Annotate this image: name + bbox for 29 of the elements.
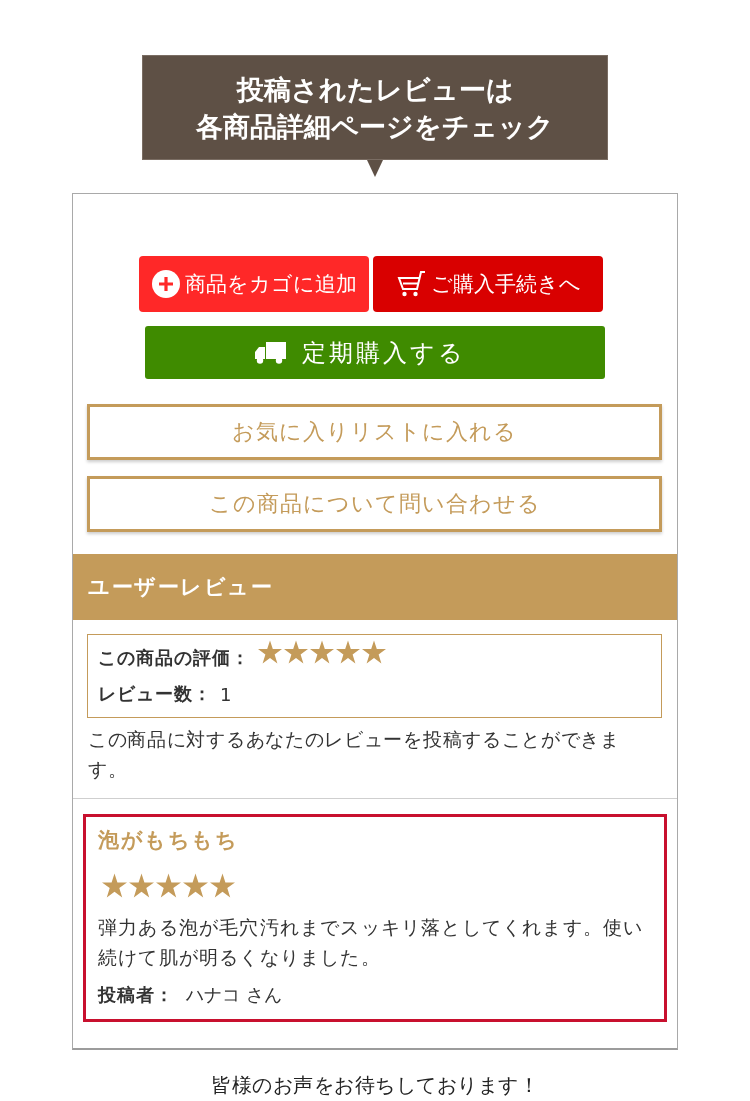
banner-title: 投稿されたレビューは 各商品詳細ページをチェック bbox=[196, 72, 554, 144]
star-icon bbox=[210, 873, 235, 898]
inquiry-button[interactable]: この商品について問い合わせる bbox=[87, 476, 662, 532]
rating-label: この商品の評価： bbox=[98, 646, 250, 670]
star-icon bbox=[362, 640, 386, 664]
subscription-button[interactable]: 定期購入する bbox=[145, 326, 605, 379]
review-count: 1 bbox=[220, 683, 232, 705]
review-text: 弾力ある泡が毛穴汚れまでスッキリ落としてくれます。使い続けて肌が明るくなりました。 bbox=[98, 915, 645, 970]
add-to-cart-button[interactable]: 商品をカゴに追加 bbox=[139, 256, 369, 312]
plus-circle-icon bbox=[151, 270, 180, 298]
star-icon bbox=[102, 873, 127, 898]
star-icon bbox=[129, 873, 154, 898]
wishlist-button[interactable]: お気に入りリストに入れる bbox=[87, 404, 662, 460]
review-title: 泡がもちもち bbox=[98, 827, 239, 853]
star-icon bbox=[156, 873, 181, 898]
star-icon bbox=[284, 640, 308, 664]
star-icon bbox=[310, 640, 334, 664]
review-count-label: レビュー数： bbox=[98, 682, 212, 706]
author-name: ハナコ さん bbox=[186, 983, 282, 1007]
cart-icon bbox=[395, 270, 426, 298]
checkout-button[interactable]: ご購入手続きへ bbox=[373, 256, 603, 312]
section-header: ユーザーレビュー bbox=[73, 554, 677, 620]
star-icon bbox=[258, 640, 282, 664]
truck-icon bbox=[254, 341, 286, 364]
footer-message: 皆様のお声をお待ちしております！ bbox=[211, 1072, 539, 1099]
star-icon bbox=[336, 640, 360, 664]
star-icon bbox=[183, 873, 208, 898]
author-label: 投稿者： bbox=[98, 983, 174, 1007]
review-note: この商品に対するあなたのレビューを投稿することができます。 bbox=[88, 727, 621, 782]
